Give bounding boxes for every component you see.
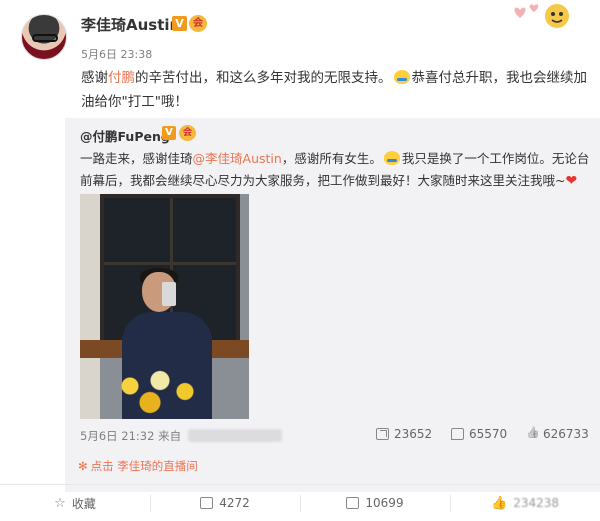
live-room-link[interactable]: ✻ 点击 李佳琦的直播间 (78, 458, 198, 474)
avatar[interactable] (21, 14, 67, 60)
repost-comment-stat[interactable]: 65570 (451, 427, 507, 441)
comment-count: 10699 (365, 496, 404, 510)
source-blurred (188, 429, 282, 442)
heart-icon: ❤ (565, 173, 578, 189)
mention-link[interactable]: 付鹏 (108, 70, 135, 86)
original-text-part: 一路走来，感谢佳琦 (80, 151, 193, 166)
mention-link[interactable]: @李佳琦Austin (193, 151, 282, 166)
weibo-post: 李佳琦Austin V 会 5月6日 23:38 感谢付鹏的辛苦付出，和这么多年… (0, 0, 600, 521)
forward-icon (376, 428, 389, 440)
member-badge-icon: 会 (179, 125, 196, 141)
original-text: 一路走来，感谢佳琦@李佳琦Austin，感谢所有女生。 我只是换了一个工作岗位。无… (80, 148, 592, 192)
repost-timestamp[interactable]: 5月6日 21:32 来自 (80, 428, 181, 444)
comment-icon (346, 497, 360, 509)
comment-count: 65570 (469, 427, 508, 441)
repost-forward-stat[interactable]: 23652 (376, 427, 432, 441)
post-text: 感谢付鹏的辛苦付出，和这么多年对我的无限支持。 恭喜付总升职，我也会继续加油给你"… (81, 66, 591, 114)
repost-like-stat[interactable]: 626733 (526, 427, 589, 441)
like-button[interactable]: 👍 234238 (450, 485, 600, 521)
verified-badge-icon: V (162, 126, 176, 140)
action-bar: ☆ 收藏 4272 10699 👍 234238 (0, 484, 600, 521)
from-label: 来自 (158, 429, 182, 443)
comment-button[interactable]: 10699 (300, 485, 450, 521)
post-photo[interactable] (80, 194, 249, 419)
forward-icon (200, 497, 214, 509)
post-text-part: 感谢 (81, 70, 108, 86)
like-icon (526, 428, 538, 440)
like-icon: 👍 (491, 495, 508, 511)
forward-count: 4272 (219, 496, 250, 510)
post-timestamp[interactable]: 5月6日 23:38 (81, 46, 152, 62)
favorite-button[interactable]: ☆ 收藏 (0, 485, 150, 521)
star-icon: ☆ (54, 495, 66, 511)
comment-icon (451, 428, 464, 440)
emoji-icon (393, 70, 410, 84)
like-count: 234238 (513, 496, 559, 510)
live-link-text[interactable]: 点击 李佳琦的直播间 (91, 459, 198, 473)
forward-button[interactable]: 4272 (150, 485, 300, 521)
member-badge-icon: 会 (189, 15, 207, 32)
original-text-part: ，感谢所有女生。 (281, 151, 382, 166)
verified-badge-icon: V (172, 16, 187, 31)
live-icon: ✻ (78, 459, 88, 473)
forward-count: 23652 (394, 427, 433, 441)
reposted-content[interactable]: @付鹏FuPeng V 会 一路走来，感谢佳琦@李佳琦Austin，感谢所有女生… (65, 118, 600, 492)
original-author-link[interactable]: @付鹏FuPeng (80, 126, 170, 145)
author-name[interactable]: 李佳琦Austin (81, 14, 180, 35)
decorative-sticker-icon (514, 4, 569, 28)
emoji-icon (383, 151, 400, 165)
like-count: 626733 (543, 427, 589, 441)
post-text-part: 的辛苦付出，和这么多年对我的无限支持。 (135, 70, 392, 86)
repost-time-text[interactable]: 5月6日 21:32 (80, 429, 154, 443)
favorite-label: 收藏 (71, 496, 96, 511)
